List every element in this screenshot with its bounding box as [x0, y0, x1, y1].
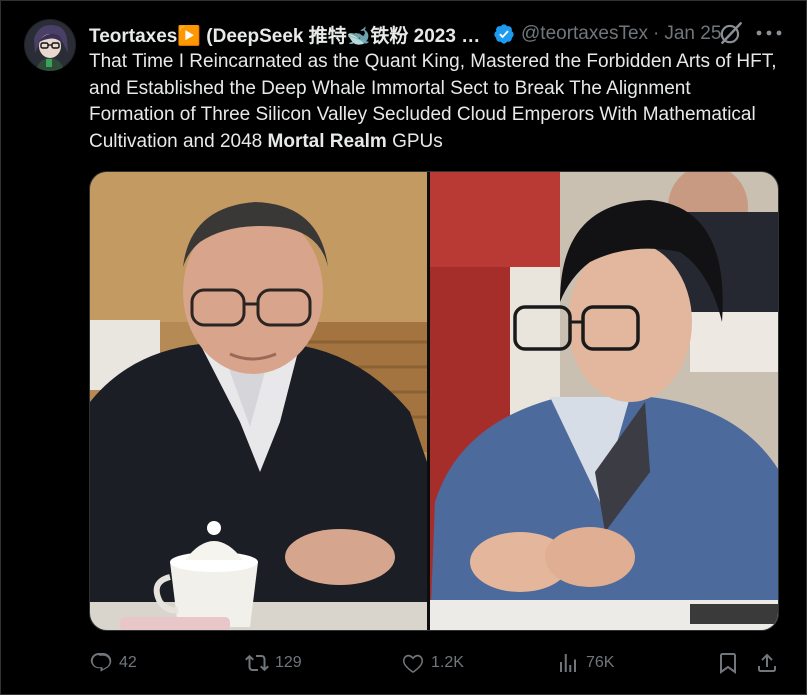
like-count: 1.2K — [431, 654, 464, 671]
more-icon[interactable] — [753, 23, 785, 43]
repost-button[interactable]: 129 — [245, 649, 302, 677]
tweet-text-end: GPUs — [386, 130, 443, 152]
repost-count: 129 — [275, 654, 302, 671]
tweet-text-bold: Mortal Realm — [267, 130, 387, 152]
handle[interactable]: @teortaxesTex — [521, 23, 648, 45]
verified-badge-icon — [494, 24, 514, 44]
repost-icon — [245, 654, 269, 672]
like-button[interactable]: 1.2K — [401, 649, 464, 677]
tweet-actions: 42 129 1.2K 76K — [89, 649, 781, 677]
right-person-face — [568, 242, 692, 402]
views-icon — [560, 654, 576, 672]
display-name[interactable]: Teortaxes▶️ (DeepSeek 推特🐋铁粉 2023 – ∞) — [89, 21, 487, 48]
views-button[interactable]: 76K — [556, 649, 614, 677]
separator-dot: · — [653, 23, 660, 44]
grok-icon[interactable] — [718, 20, 744, 46]
avatar[interactable] — [24, 19, 76, 71]
reply-icon — [90, 653, 112, 672]
tweet-date[interactable]: Jan 25 — [664, 23, 721, 45]
reply-count: 42 — [119, 654, 137, 671]
tweet-card[interactable]: Teortaxes▶️ (DeepSeek 推特🐋铁粉 2023 – ∞) @t… — [0, 0, 807, 695]
tweet-media[interactable] — [89, 171, 779, 631]
media-photo-composite — [90, 172, 778, 630]
bookmark-button[interactable] — [716, 649, 740, 677]
views-count: 76K — [586, 654, 615, 671]
bookmark-icon — [720, 653, 736, 674]
avatar-image — [24, 19, 76, 71]
share-icon — [758, 653, 776, 672]
reply-button[interactable]: 42 — [89, 649, 137, 677]
tweet-text: That Time I Reincarnated as the Quant Ki… — [89, 49, 779, 155]
tweet-header: Teortaxes▶️ (DeepSeek 推特🐋铁粉 2023 – ∞) @t… — [89, 21, 789, 47]
share-button[interactable] — [755, 649, 779, 677]
like-icon — [402, 654, 424, 674]
